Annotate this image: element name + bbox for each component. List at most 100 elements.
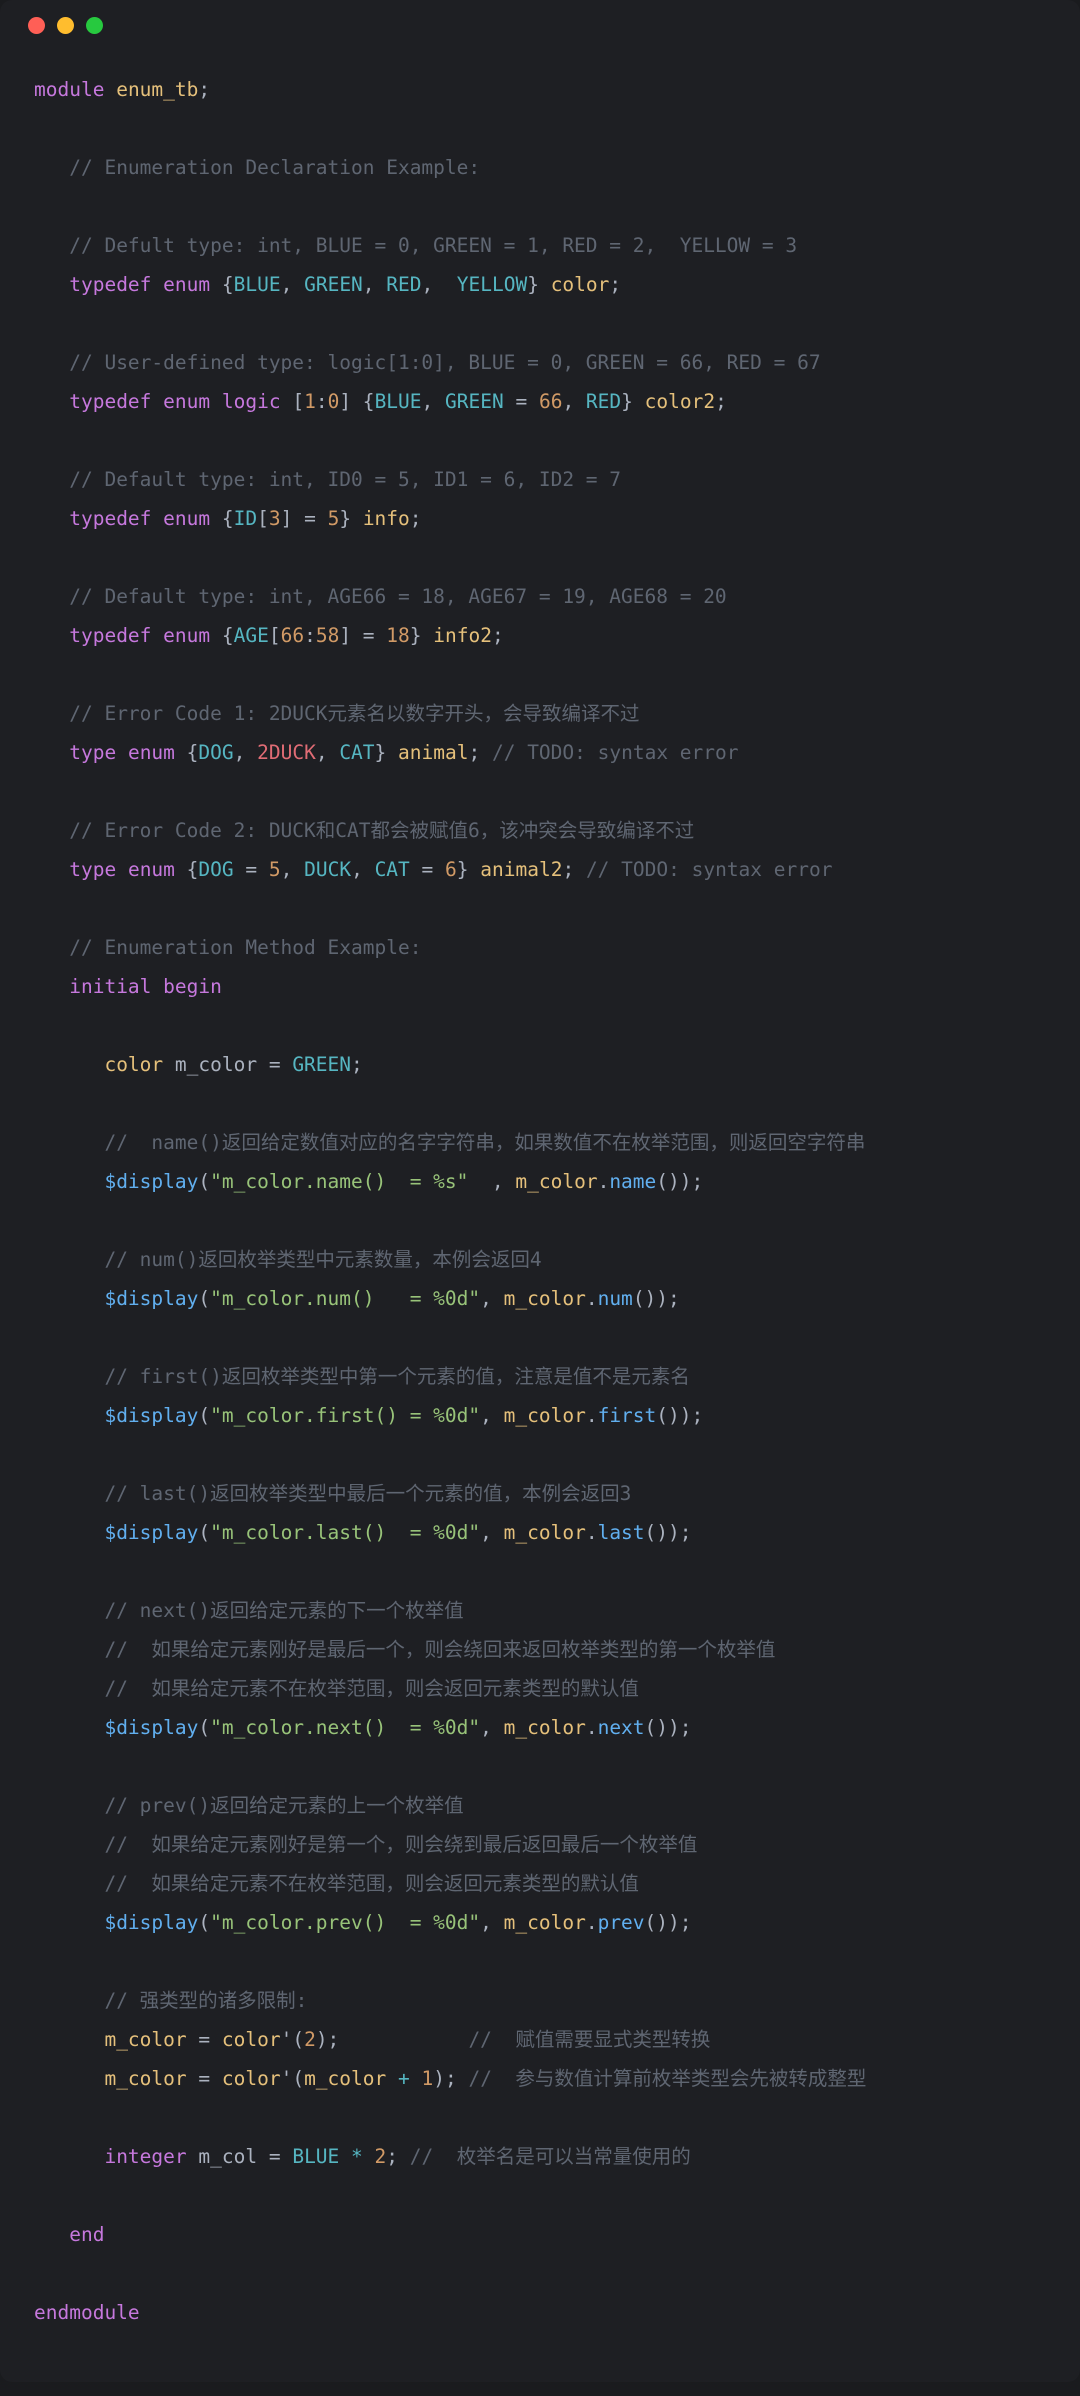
type-name: color2 xyxy=(633,390,715,413)
brace: { xyxy=(175,741,198,764)
var: m_color xyxy=(504,1716,586,1739)
paren: ); xyxy=(316,2028,469,2051)
comment: // next()返回给定元素的下一个枚举值 xyxy=(104,1599,463,1622)
comment: // 强类型的诸多限制: xyxy=(104,1989,307,2012)
number: 6 xyxy=(445,858,457,881)
var: m_color xyxy=(504,1521,586,1544)
module-name: enum_tb xyxy=(116,78,198,101)
operator: + xyxy=(386,2067,421,2090)
comment: // last()返回枚举类型中最后一个元素的值，本例会返回3 xyxy=(104,1482,631,1505)
maximize-icon[interactable] xyxy=(86,17,103,34)
brace: { xyxy=(210,624,233,647)
number: 3 xyxy=(269,507,281,530)
keyword: enum xyxy=(163,273,210,296)
method: next xyxy=(598,1716,645,1739)
eq: = xyxy=(257,2145,292,2168)
comma: , xyxy=(281,858,304,881)
punct: ; xyxy=(492,624,504,647)
number: 1 xyxy=(304,390,316,413)
punct: ; xyxy=(198,78,210,101)
comment: // TODO: syntax error xyxy=(586,858,833,881)
var: m_color xyxy=(104,2028,186,2051)
dot: . xyxy=(586,1287,598,1310)
func-call: $display xyxy=(104,1287,198,1310)
string: "m_color.name() = %s" xyxy=(210,1170,468,1193)
string: "m_color.next() = %0d" xyxy=(210,1716,480,1739)
var: m_color xyxy=(504,1287,586,1310)
punct: ; xyxy=(609,273,621,296)
method: name xyxy=(609,1170,656,1193)
comma: , xyxy=(468,1170,515,1193)
keyword: type xyxy=(69,858,116,881)
type-name: color xyxy=(222,2028,281,2051)
comment: // Default type: int, ID0 = 5, ID1 = 6, … xyxy=(69,468,621,491)
paren: ); xyxy=(433,2067,468,2090)
bracket: [ xyxy=(269,624,281,647)
enum-val: GREEN xyxy=(292,1053,351,1076)
var: m_color xyxy=(104,2067,186,2090)
eq: = xyxy=(410,858,445,881)
comment: // name()返回给定数值对应的名字字符串，如果数值不在枚举范围，则返回空字… xyxy=(104,1131,865,1154)
eq: = xyxy=(234,858,269,881)
comment: // prev()返回给定元素的上一个枚举值 xyxy=(104,1794,463,1817)
minimize-icon[interactable] xyxy=(57,17,74,34)
paren: ( xyxy=(198,1170,210,1193)
bracket: [ xyxy=(281,390,304,413)
func-call: $display xyxy=(104,1911,198,1934)
dot: . xyxy=(586,1521,598,1544)
punct: ; xyxy=(351,1053,363,1076)
func-call: $display xyxy=(104,1170,198,1193)
type-name: info2 xyxy=(422,624,492,647)
keyword: typedef xyxy=(69,507,151,530)
comment: // 参与数值计算前枚举类型会先被转成整型 xyxy=(468,2067,866,2090)
number: 1 xyxy=(421,2067,433,2090)
var: m_color xyxy=(163,1053,257,1076)
comment: // 如果给定元素刚好是最后一个，则会绕回来返回枚举类型的第一个枚举值 xyxy=(104,1638,775,1661)
var: m_color xyxy=(304,2067,386,2090)
func-call: $display xyxy=(104,1404,198,1427)
comment: // 如果给定元素不在枚举范围，则会返回元素类型的默认值 xyxy=(104,1677,638,1700)
var: m_color xyxy=(504,1911,586,1934)
keyword: enum xyxy=(163,507,210,530)
number: 66 xyxy=(539,390,562,413)
type-name: color xyxy=(222,2067,281,2090)
comment: // num()返回枚举类型中元素数量，本例会返回4 xyxy=(104,1248,541,1271)
string: "m_color.num() = %0d" xyxy=(210,1287,480,1310)
keyword: module xyxy=(34,78,104,101)
func-call: $display xyxy=(104,1716,198,1739)
bracket: ] { xyxy=(339,390,374,413)
eq: = xyxy=(257,1053,292,1076)
keyword: typedef xyxy=(69,390,151,413)
operator: * xyxy=(339,2145,374,2168)
comment: // 赋值需要显式类型转换 xyxy=(468,2028,710,2051)
keyword: enum xyxy=(163,390,210,413)
enum-val: CAT xyxy=(375,858,410,881)
enum-val: RED xyxy=(386,273,421,296)
type-name: color xyxy=(539,273,609,296)
method: last xyxy=(598,1521,645,1544)
code-window: module enum_tb; // Enumeration Declarati… xyxy=(0,0,1080,2382)
number: 18 xyxy=(386,624,409,647)
type-name: color xyxy=(104,1053,163,1076)
enum-val: BLUE xyxy=(234,273,281,296)
dot: . xyxy=(586,1911,598,1934)
comment: // TODO: syntax error xyxy=(492,741,739,764)
comment: // Default type: int, AGE66 = 18, AGE67 … xyxy=(69,585,726,608)
keyword: endmodule xyxy=(34,2301,140,2324)
brace: } xyxy=(375,741,387,764)
comment: // first()返回枚举类型中第一个元素的值，注意是值不是元素名 xyxy=(104,1365,689,1388)
comma: , xyxy=(316,741,339,764)
colon: : xyxy=(316,390,328,413)
string: "m_color.last() = %0d" xyxy=(210,1521,480,1544)
window-titlebar xyxy=(0,0,1080,50)
number: 58 xyxy=(316,624,339,647)
eq: = xyxy=(504,390,539,413)
close-icon[interactable] xyxy=(28,17,45,34)
enum-val: CAT xyxy=(339,741,374,764)
punct: ; xyxy=(562,858,585,881)
paren: ()); xyxy=(656,1404,703,1427)
eq: = xyxy=(187,2067,222,2090)
enum-val: AGE xyxy=(234,624,269,647)
paren: ( xyxy=(198,1287,210,1310)
comment: // Enumeration Method Example: xyxy=(69,936,421,959)
